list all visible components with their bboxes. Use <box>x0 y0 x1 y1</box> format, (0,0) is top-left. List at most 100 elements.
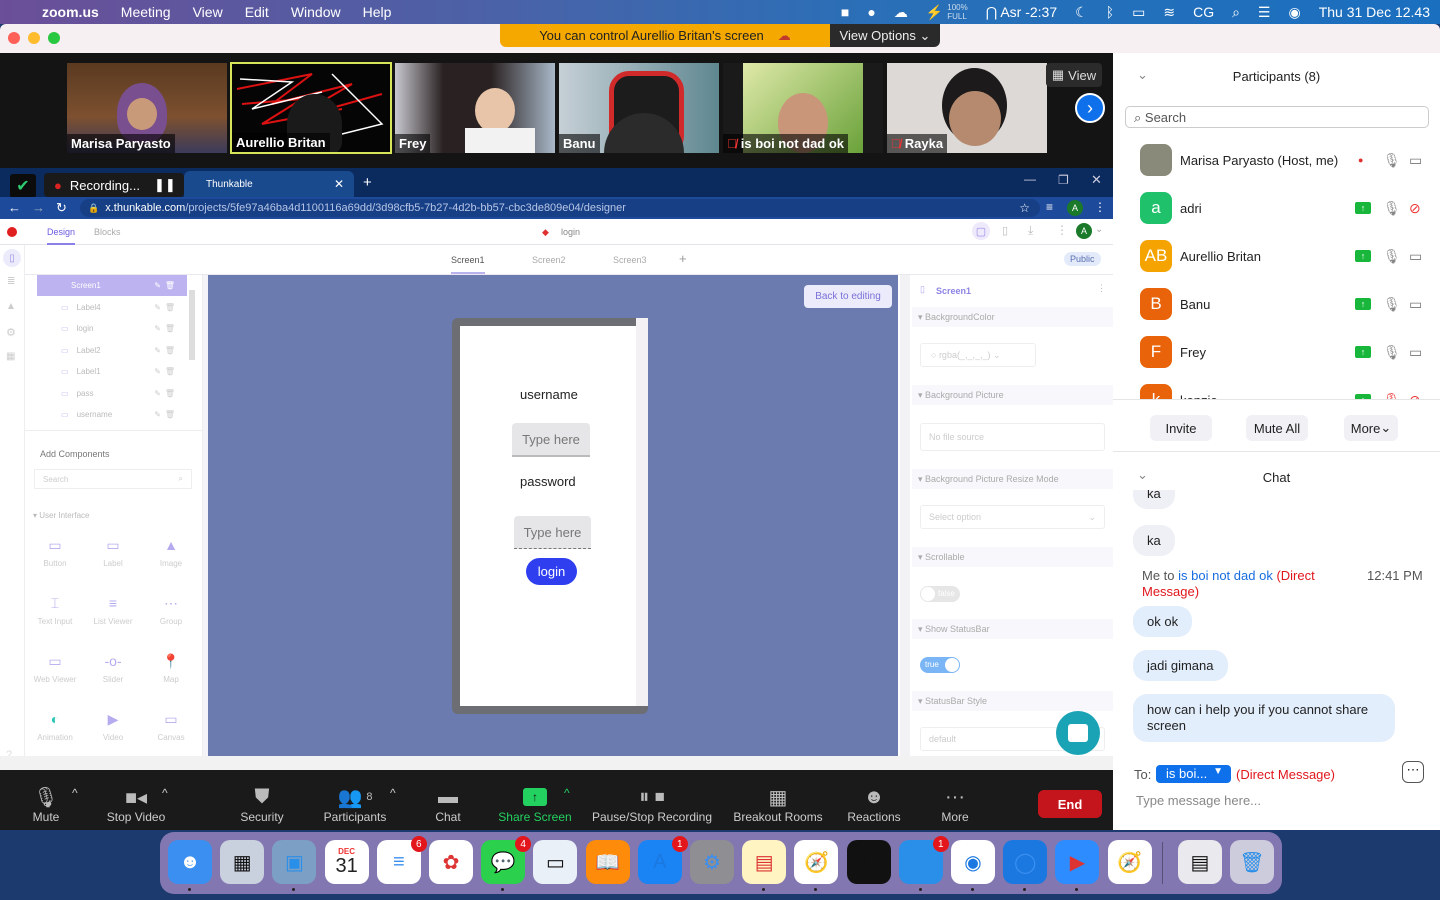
microphone-icon[interactable]: 🎙 <box>1383 248 1401 265</box>
window-close-button[interactable] <box>8 32 20 44</box>
component-button[interactable]: ▭ Button <box>31 531 79 581</box>
tree-item[interactable]: ▭ Label4 ✎ 🗑 <box>37 297 187 317</box>
profile-avatar[interactable]: A <box>1067 200 1083 216</box>
end-meeting-button[interactable]: End <box>1038 790 1102 818</box>
security-button[interactable]: ⛊ Security <box>234 770 290 830</box>
video-tile[interactable]: Banu <box>559 63 719 153</box>
reload-icon[interactable]: ↻ <box>56 200 67 216</box>
share-options-caret-icon[interactable]: ^ <box>564 786 570 800</box>
dock-safari[interactable]: 🧭 <box>794 840 839 884</box>
resize-mode-select[interactable]: Select option ⌄ <box>920 505 1105 529</box>
component-animation[interactable]: ◐ Animation <box>31 705 79 755</box>
public-badge[interactable]: Public <box>1064 252 1101 266</box>
scrollable-toggle[interactable]: false <box>920 586 960 602</box>
chat-bubble-status-icon[interactable]: ● <box>867 4 875 20</box>
video-tile-active[interactable]: Aurellio Britan <box>230 62 392 154</box>
microphone-icon[interactable]: 🎙 <box>1383 296 1401 313</box>
video-tile[interactable]: Frey <box>395 63 555 153</box>
participant-row[interactable]: kkenzie↑🎙⊘ <box>1113 376 1440 399</box>
back-to-editing-button[interactable]: Back to editing <box>804 285 892 308</box>
window-minimize-icon[interactable]: — <box>1024 172 1036 186</box>
dock-messages[interactable]: 💬 4 <box>481 836 532 884</box>
dock-photos[interactable]: ✿ <box>429 840 473 884</box>
account-avatar[interactable]: A <box>1076 223 1092 239</box>
tree-item[interactable]: ▭ login ✎ 🗑 <box>37 319 187 339</box>
url-field[interactable]: 🔒 x.thunkable.com/projects/5fe97a46ba4d1… <box>80 199 1040 217</box>
screen-tab-2[interactable]: Screen2 <box>532 255 566 265</box>
participants-button[interactable]: 👥 8 Participants <box>318 770 392 830</box>
chat-button[interactable]: ▬ Chat <box>428 770 468 830</box>
forward-icon[interactable]: → <box>32 200 45 215</box>
dm-recipient[interactable]: is boi not dad ok <box>1178 568 1273 583</box>
tree-item[interactable]: ▭ pass ✎ 🗑 <box>37 383 187 403</box>
tree-item[interactable]: ▭ username ✎ 🗑 <box>37 405 187 425</box>
menu-meeting[interactable]: Meeting <box>121 4 171 20</box>
prop-header-statusbar[interactable]: ▾ Show StatusBar <box>912 619 1113 639</box>
shared-screen[interactable]: ✔ ● Recording... ❚❚ Thunkable ✕ + — ❐ ✕ … <box>0 168 1113 770</box>
user-initials[interactable]: CG <box>1193 4 1214 20</box>
edit-icon[interactable]: ✎ <box>154 367 161 376</box>
recording-button[interactable]: ⏸ ⏹ Pause/Stop Recording <box>588 770 716 830</box>
back-icon[interactable]: ← <box>8 200 21 215</box>
tree-item[interactable]: ▭ Label1 ✎ 🗑 <box>37 362 187 382</box>
dock-downloads-stack[interactable]: ▤ <box>1178 840 1222 884</box>
dock-preview[interactable]: ▣ <box>272 840 317 884</box>
new-tab-icon[interactable]: + <box>363 174 372 191</box>
audio-options-caret-icon[interactable]: ^ <box>72 786 78 800</box>
dock-terminal[interactable]: >_ <box>846 840 891 884</box>
participant-row[interactable]: B Banu ↑ 🎙 ▭ <box>1113 280 1440 328</box>
participant-row[interactable]: F Frey ↑ 🎙 ▭ <box>1113 328 1440 376</box>
breakout-rooms-button[interactable]: ▦ Breakout Rooms <box>730 770 826 830</box>
dock-finder[interactable]: ☻ <box>168 840 212 884</box>
dock-calendar[interactable]: DEC 31 <box>324 840 369 884</box>
participant-row[interactable]: Marisa Paryasto (Host, me) ● 🎙 ▭ <box>1113 136 1440 184</box>
dock-app-store[interactable]: A1 <box>637 836 688 884</box>
next-page-button[interactable]: › <box>1075 93 1105 123</box>
dock-notes[interactable]: ▤ <box>742 840 787 884</box>
properties-menu-icon[interactable]: ⋮ <box>1097 283 1106 294</box>
view-options-button[interactable]: View Options ⌄ <box>830 24 940 47</box>
participants-caret-icon[interactable]: ^ <box>390 786 396 800</box>
video-off-icon[interactable]: ⊘ <box>1409 392 1421 400</box>
prop-header-background-picture[interactable]: ▾ Background Picture <box>912 385 1113 405</box>
microphone-icon[interactable]: 🎙 <box>1383 200 1401 217</box>
spotlight-search-icon[interactable]: ⌕ <box>1232 4 1240 21</box>
layout-icon[interactable]: ▦ <box>6 351 15 362</box>
participant-search-input[interactable]: ⌕ Search <box>1125 106 1429 128</box>
dock-reminders[interactable]: ≡ 6 <box>376 836 427 884</box>
edit-icon[interactable]: ✎ <box>154 281 161 290</box>
window-zoom-button[interactable] <box>48 32 60 44</box>
screen-tab-3[interactable]: Screen3 <box>613 255 647 265</box>
delete-icon[interactable]: 🗑 <box>165 410 175 419</box>
horizontal-scrollbar[interactable] <box>0 756 1113 770</box>
live-test-icon[interactable]: ▯ <box>1002 224 1008 237</box>
dock-chrome[interactable]: ◉ <box>951 840 995 884</box>
edit-icon[interactable]: ✎ <box>154 303 161 312</box>
clock[interactable]: Thu 31 Dec 12.43 <box>1319 4 1430 20</box>
web-preview-icon[interactable]: ▢ <box>972 222 990 240</box>
siri-icon[interactable]: ◉ <box>1288 4 1300 21</box>
thunkable-logo-icon[interactable] <box>7 227 17 237</box>
invite-button[interactable]: Invite <box>1150 415 1212 441</box>
chat-messages[interactable]: ka ka Me to is boi not dad ok (Direct Me… <box>1113 490 1440 760</box>
control-center-icon[interactable]: ☰ <box>1258 4 1271 21</box>
browser-menu-icon[interactable]: ⋮ <box>1094 200 1106 214</box>
more-vertical-icon[interactable]: ⋮ <box>1056 223 1068 237</box>
component-search-input[interactable]: Search ⌕ <box>34 469 192 489</box>
chat-message-input[interactable]: Type message here... <box>1136 793 1426 815</box>
video-camera-icon[interactable]: ▭ <box>1409 344 1422 361</box>
component-canvas[interactable]: ▭ Canvas <box>147 705 195 755</box>
menu-window[interactable]: Window <box>291 4 341 20</box>
video-tile[interactable]: 🎙̸ Rayka <box>887 63 1047 153</box>
tree-item-screen1[interactable]: Screen1 ✎ 🗑 <box>37 275 187 296</box>
password-input[interactable]: Type here <box>514 516 591 549</box>
video-tile[interactable]: Marisa Paryasto <box>67 63 227 153</box>
dock-keynote[interactable]: ▭ <box>533 840 578 884</box>
download-icon[interactable]: ⤓ <box>1028 223 1033 238</box>
video-camera-icon[interactable]: ▭ <box>1409 248 1422 265</box>
battery-app-icon[interactable]: ⚡ 100% FULL <box>926 3 968 21</box>
component-group[interactable]: ⋯ Group <box>147 589 195 639</box>
moon-icon[interactable]: ☾ <box>1075 4 1088 21</box>
account-chevron-icon[interactable]: ⌄ <box>1095 224 1103 235</box>
tab-blocks[interactable]: Blocks <box>94 227 121 237</box>
